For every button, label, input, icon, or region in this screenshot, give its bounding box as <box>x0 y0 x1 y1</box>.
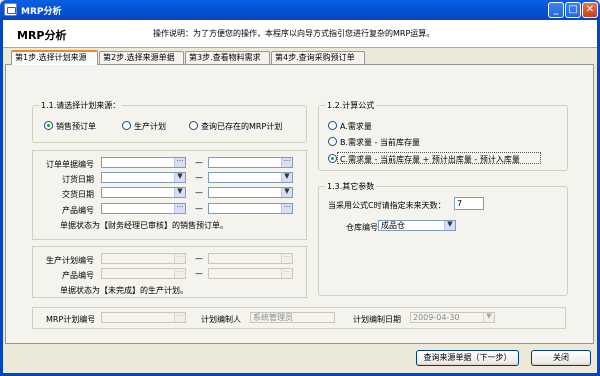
range-separator: — <box>195 158 203 167</box>
ellipsis-icon[interactable]: ··· <box>174 158 185 167</box>
range-separator: — <box>195 269 203 278</box>
chevron-down-icon[interactable]: ▼ <box>444 221 455 230</box>
radio-formula-b-label[interactable]: B.需求量 - 当前库存量 <box>340 137 420 148</box>
radio-formula-c[interactable] <box>328 154 337 163</box>
order-date-to-picker[interactable]: ▼ <box>208 172 293 183</box>
warehouse-value: 成品仓 <box>381 221 405 230</box>
close-button[interactable]: 关闭 <box>531 350 591 366</box>
future-days-label: 当采用公式C时请指定未来天数： <box>328 201 446 210</box>
tab-step2[interactable]: 第2步.选择来源单据 <box>99 51 184 64</box>
radio-formula-b[interactable] <box>328 137 337 146</box>
range-separator: — <box>195 204 203 213</box>
radio-formula-c-label[interactable]: C.需求量 - 当前库存量 + 预计出库量 - 预计入库量 <box>340 154 520 165</box>
warehouse-select[interactable]: 成品仓 ▼ <box>378 220 456 231</box>
order-no-to-input[interactable]: ··· <box>208 157 293 168</box>
radio-sales-order-label[interactable]: 销售预订单 <box>56 121 96 132</box>
delivery-date-label: 交货日期 <box>62 190 94 199</box>
range-separator: — <box>195 188 203 197</box>
order-no-from-input[interactable]: ··· <box>101 157 186 168</box>
next-step-button[interactable]: 查询来源单据（下一步） <box>416 350 519 366</box>
close-window-button[interactable]: ✕ <box>582 2 598 18</box>
wizard-tabs: 第1步.选择计划来源 第2步.选择来源单据 第3步.查看物料需求 第4步.查询采… <box>3 50 597 65</box>
future-days-input[interactable]: 7 <box>454 197 484 210</box>
ellipsis-icon[interactable]: ··· <box>281 158 292 167</box>
production-product-to-input[interactable]: ··· <box>208 268 293 279</box>
order-date-from-picker[interactable]: ▼ <box>101 172 186 183</box>
source-group-title: 1.1.请选择计划来源： <box>39 100 123 111</box>
other-params-group-title: 1.3.其它参数 <box>325 181 377 192</box>
radio-production-plan[interactable] <box>122 121 131 130</box>
page-title: MRP分析 <box>17 29 67 42</box>
delivery-date-to-picker[interactable]: ▼ <box>208 187 293 198</box>
planner-input[interactable]: 系统管理员 <box>250 312 335 323</box>
range-separator: — <box>195 254 203 263</box>
ellipsis-icon[interactable]: ··· <box>281 204 292 213</box>
radio-formula-a[interactable] <box>328 121 337 130</box>
chevron-down-icon[interactable]: ▼ <box>281 173 292 182</box>
radio-existing-mrp[interactable] <box>189 121 198 130</box>
range-separator: — <box>195 173 203 182</box>
production-plan-to-input[interactable]: ··· <box>208 253 293 264</box>
plan-date-label: 计划编制日期 <box>353 315 401 324</box>
product-no-from-input[interactable]: ··· <box>101 203 186 214</box>
radio-sales-order[interactable] <box>44 121 53 130</box>
chevron-down-icon[interactable]: ▼ <box>483 313 494 322</box>
order-date-label: 订货日期 <box>62 175 94 184</box>
ellipsis-icon[interactable]: ··· <box>174 254 185 263</box>
planner-label: 计划编制人 <box>201 315 241 324</box>
plan-date-value: 2009-04-30 <box>413 313 460 322</box>
product-no-label: 产品编号 <box>62 206 94 215</box>
ellipsis-icon[interactable]: ··· <box>281 269 292 278</box>
tab-step1[interactable]: 第1步.选择计划来源 <box>11 50 98 65</box>
delivery-date-from-picker[interactable]: ▼ <box>101 187 186 198</box>
production-plan-no-label: 生产计划编号 <box>46 256 94 265</box>
production-status-note: 单据状态为【未完成】的生产计划。 <box>60 286 188 295</box>
window-title: MRP分析 <box>21 7 62 17</box>
chevron-down-icon[interactable]: ▼ <box>174 173 185 182</box>
ellipsis-icon[interactable]: ··· <box>281 254 292 263</box>
tab-step4[interactable]: 第4步.查询采购预订单 <box>271 51 365 64</box>
production-plan-from-input[interactable]: ··· <box>101 253 186 264</box>
window-frame-left <box>0 20 3 376</box>
radio-production-plan-label[interactable]: 生产计划 <box>134 121 166 132</box>
title-bar[interactable]: MRP分析 _ □ ✕ <box>0 0 600 20</box>
minimize-button[interactable]: _ <box>548 2 564 18</box>
production-product-from-input[interactable]: ··· <box>101 268 186 279</box>
chevron-down-icon[interactable]: ▼ <box>174 188 185 197</box>
ellipsis-icon[interactable]: ··· <box>174 269 185 278</box>
product-no-to-input[interactable]: ··· <box>208 203 293 214</box>
instructions-text: 操作说明：为了方便您的操作，本程序以向导方式指引您进行复杂的MRP运算。 <box>153 29 435 38</box>
tab-step3[interactable]: 第3步.查看物料需求 <box>185 51 270 64</box>
mrp-plan-no-label: MRP计划编号 <box>46 315 96 324</box>
order-no-label: 订单单据编号 <box>46 160 94 169</box>
formula-group-title: 1.2.计算公式 <box>325 100 377 111</box>
radio-existing-mrp-label[interactable]: 查询已存在的MRP计划 <box>201 121 282 132</box>
header-panel: MRP分析 操作说明：为了方便您的操作，本程序以向导方式指引您进行复杂的MRP运… <box>3 20 597 48</box>
sales-status-note: 单据状态为【财务经理已审核】的销售预订单。 <box>60 221 228 230</box>
production-product-no-label: 产品编号 <box>62 271 94 280</box>
maximize-button[interactable]: □ <box>565 2 581 18</box>
radio-formula-a-label[interactable]: A.需求量 <box>340 121 372 132</box>
chevron-down-icon[interactable]: ▼ <box>281 188 292 197</box>
mrp-plan-no-input[interactable]: ··· <box>101 312 186 323</box>
ellipsis-icon[interactable]: ··· <box>174 204 185 213</box>
ellipsis-icon[interactable]: ··· <box>174 313 185 322</box>
plan-date-picker[interactable]: 2009-04-30 ▼ <box>410 312 495 323</box>
app-icon <box>4 3 17 16</box>
